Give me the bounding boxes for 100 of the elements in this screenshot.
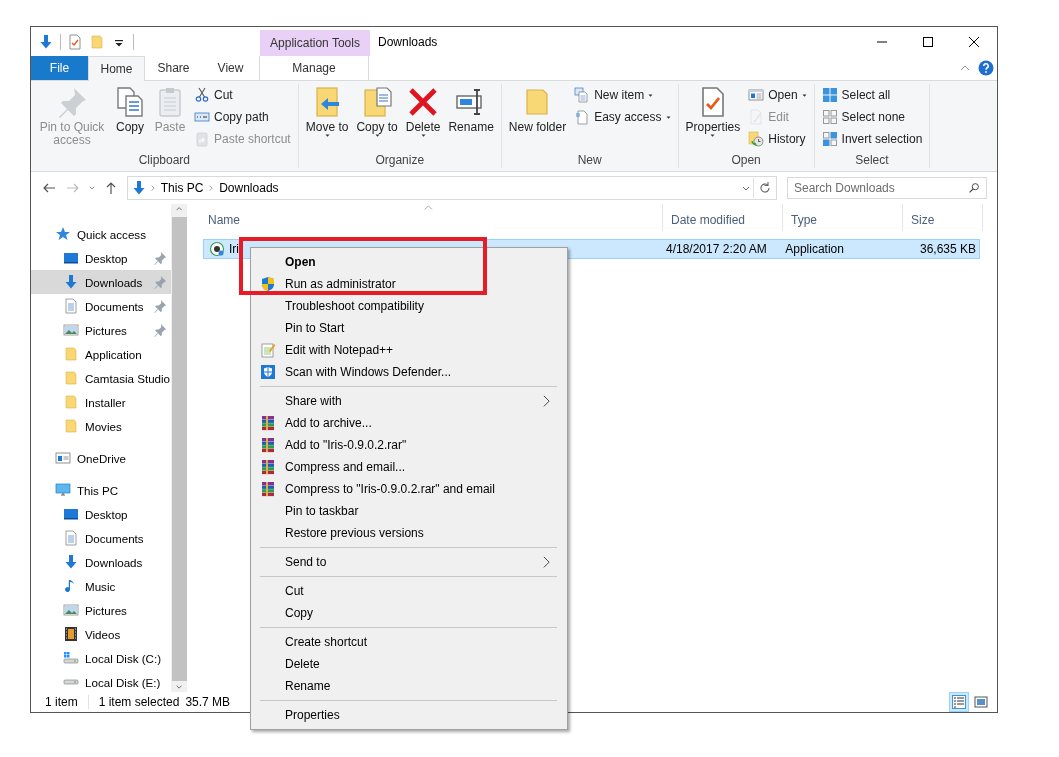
grid-icon (821, 87, 838, 103)
nav-item[interactable]: Desktop (31, 246, 171, 270)
ribbon-button[interactable]: Open (745, 84, 810, 106)
scrollbar[interactable] (171, 204, 187, 692)
table-cell-text: 4/18/2017 2:20 AM (665, 241, 768, 258)
invert-grid-icon (821, 131, 838, 147)
caret-icon (420, 134, 426, 137)
nav-item[interactable]: OneDrive (31, 446, 171, 470)
star-icon (55, 226, 71, 242)
delete-icon (407, 86, 440, 118)
menu-item[interactable]: Pin to Start (253, 317, 565, 339)
chevron-down-icon (742, 185, 750, 191)
menu-item[interactable]: Properties (253, 704, 565, 726)
menu-item[interactable]: Cut (253, 580, 565, 602)
nav-item[interactable]: Movies (31, 414, 171, 438)
menu-item[interactable]: Add to archive... (253, 412, 565, 434)
menu-item[interactable]: Compress to "Iris-0.9.0.2.rar" and email (253, 478, 565, 500)
recent-locations-button[interactable] (87, 184, 97, 192)
ribbon-button[interactable]: Select none (818, 106, 926, 128)
chevron-down-icon (89, 186, 95, 190)
search-field[interactable]: Search Downloads (787, 177, 987, 199)
ribbon-button[interactable]: Select all (818, 84, 926, 106)
nav-item[interactable]: Downloads (31, 550, 171, 574)
menu-item[interactable]: Scan with Windows Defender... (253, 361, 565, 383)
menu-item[interactable]: Add to "Iris-0.9.0.2.rar" (253, 434, 565, 456)
ribbon-button[interactable]: Rename (445, 84, 497, 136)
ribbon-button[interactable]: Copy path (191, 106, 294, 128)
film-icon (63, 626, 79, 642)
menu-item[interactable]: Copy (253, 602, 565, 624)
ribbon-button[interactable]: Cut (191, 84, 294, 106)
menu-item[interactable]: Compress and email... (253, 456, 565, 478)
ribbon-button[interactable]: Invert selection (818, 128, 926, 150)
group-label: Clipboard (137, 153, 192, 168)
menu-item[interactable]: Rename (253, 675, 565, 697)
breadcrumb[interactable]: This PC (158, 181, 206, 195)
shield-square-icon (260, 364, 276, 380)
ribbon-button[interactable]: Delete (402, 84, 444, 142)
menu-item[interactable]: Troubleshoot compatibility (253, 295, 565, 317)
monitor-icon (63, 506, 79, 522)
menu-item[interactable]: Delete (253, 653, 565, 675)
status-text: 1 item (45, 695, 89, 709)
nav-item[interactable]: Pictures (31, 598, 171, 622)
caret-icon (665, 115, 671, 119)
address-bar[interactable]: This PC Downloads (127, 176, 777, 200)
ribbon-button[interactable]: New folder (505, 84, 570, 136)
pin-icon (153, 275, 167, 289)
caret-icon (374, 134, 380, 137)
nav-item[interactable]: Pictures (31, 318, 171, 342)
menu-item[interactable]: Restore previous versions (253, 522, 565, 544)
ribbon-button[interactable]: History (745, 128, 810, 150)
checked-page-icon[interactable] (67, 33, 83, 50)
maximize-icon (923, 36, 933, 47)
menu-item[interactable]: Create shortcut (253, 631, 565, 653)
breadcrumb[interactable]: Downloads (217, 181, 281, 195)
ribbon-tab[interactable]: View (202, 56, 259, 80)
nav-item[interactable]: Application (31, 342, 171, 366)
download-arrow-icon[interactable] (38, 33, 54, 50)
nav-item[interactable]: Documents (31, 526, 171, 550)
menu-item[interactable]: Edit with Notepad++ (253, 339, 565, 361)
drive-icon (63, 679, 79, 685)
ribbon-tab[interactable]: Share (145, 56, 202, 80)
nav-item[interactable]: Camtasia Studio (31, 366, 171, 390)
column-header[interactable]: Name (200, 204, 663, 231)
caret-icon (324, 134, 330, 137)
nav-item[interactable]: This PC (31, 478, 171, 502)
nav-item[interactable]: Desktop (31, 502, 171, 526)
nav-item[interactable]: Downloads (31, 270, 171, 294)
nav-item[interactable]: Local Disk (E:) (31, 670, 171, 692)
nav-item[interactable]: Documents (31, 294, 171, 318)
books-icon (260, 415, 276, 431)
collapse-icon[interactable] (960, 65, 970, 71)
ribbon-button[interactable]: Copy (111, 84, 149, 136)
window-title: Downloads (377, 33, 438, 51)
contextual-tab-group: Application Tools (260, 30, 370, 56)
nav-item[interactable]: Videos (31, 622, 171, 646)
shortcut-clipboard-icon (194, 131, 210, 147)
menu-item[interactable]: Share with (253, 390, 565, 412)
picture-icon (63, 602, 79, 618)
nav-item[interactable]: Quick access (31, 222, 171, 246)
menu-item[interactable]: Pin to taskbar (253, 500, 565, 522)
group-label: Organize (374, 153, 426, 168)
menu-item[interactable]: Send to (253, 551, 565, 573)
view-button[interactable] (949, 692, 969, 712)
table-cell-text: 36,635 KB (918, 241, 977, 258)
column-header[interactable]: Size (903, 204, 983, 231)
ribbon-button[interactable]: New item (571, 84, 674, 106)
nav-item[interactable]: Local Disk (C:) (31, 646, 171, 670)
ribbon-tab[interactable]: File (31, 56, 88, 80)
ribbon-button[interactable]: Properties (682, 84, 744, 142)
nav-item[interactable]: Music (31, 574, 171, 598)
search-icon (967, 181, 981, 195)
ribbon-tab[interactable]: Home (88, 56, 145, 81)
column-header[interactable]: Date modified (663, 204, 783, 231)
download-arrow-icon (63, 554, 79, 570)
nav-item[interactable]: Installer (31, 390, 171, 414)
ribbon-button[interactable]: Move to (302, 84, 352, 142)
ribbon-button[interactable]: Easy access (571, 106, 674, 128)
column-header[interactable]: Type (783, 204, 903, 231)
help-icon[interactable] (978, 60, 994, 76)
ribbon-button[interactable]: Copy to (353, 84, 401, 142)
